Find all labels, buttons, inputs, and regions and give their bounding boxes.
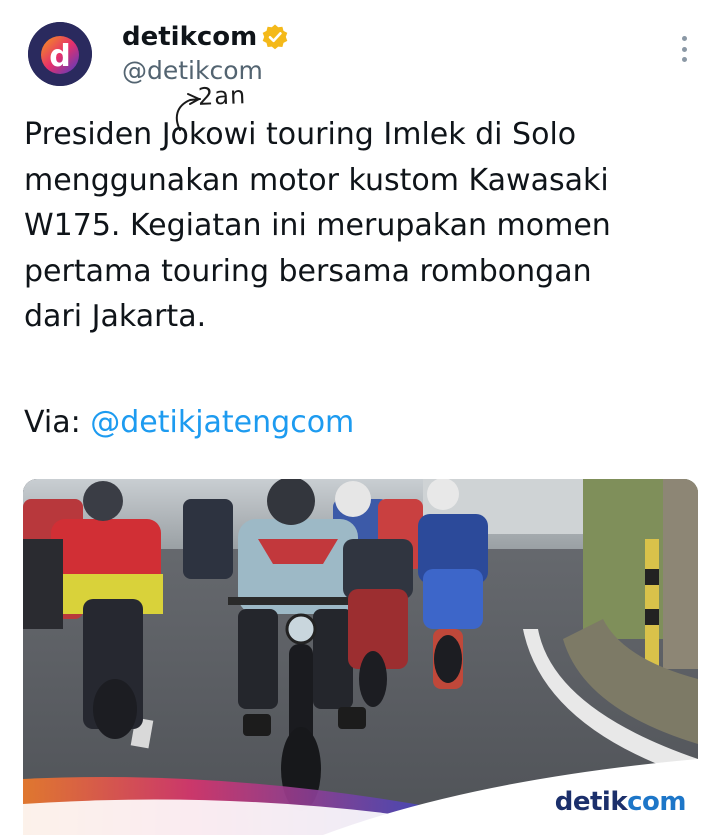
tweet-body: Presiden Jokowi touring Imlek di Solo me… [24,112,704,340]
handwritten-annotation-text: 2an [197,81,247,111]
logo-part-com: com [627,787,686,817]
via-line: Via: @detikjatengcom [24,400,354,445]
avatar[interactable]: d [28,22,92,86]
mention-link[interactable]: @detikjatengcom [90,405,354,440]
more-vertical-icon[interactable] [674,34,694,64]
logo-part-detik: detik [554,787,628,817]
photo-motorcycle-touring-icon [23,479,698,835]
avatar-letter: d [49,39,70,74]
tweet-header: d detikcom @detikcom [28,22,698,92]
detik-avatar-icon: d [28,22,92,86]
tweet-photo[interactable]: detikcom [23,479,698,835]
verified-badge-icon [262,24,288,50]
tweet-text: Presiden Jokowi touring Imlek di Solo me… [24,117,611,334]
account-handle[interactable]: @detikcom [122,56,289,86]
name-block: detikcom @detikcom [122,22,289,86]
via-label: Via: [24,405,91,440]
detikcom-watermark-logo: detikcom [554,787,687,817]
display-name[interactable]: detikcom [122,22,257,52]
